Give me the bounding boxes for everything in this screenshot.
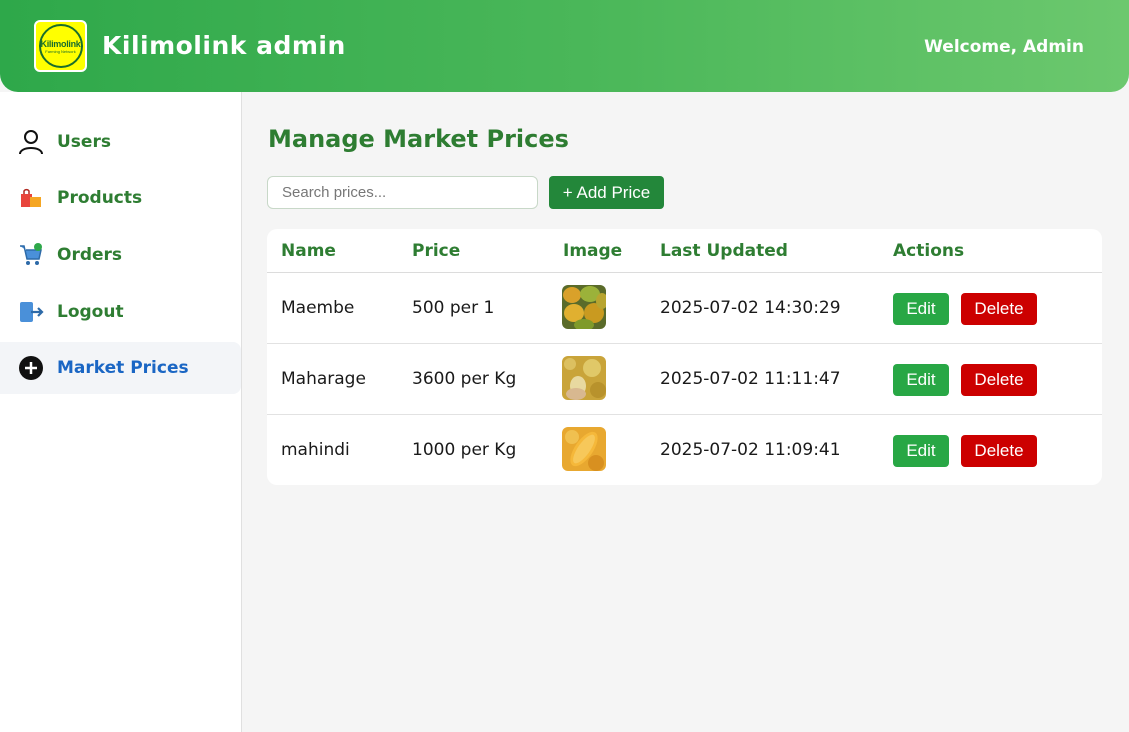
logo-ring: Kilimolink Farming Network bbox=[38, 24, 83, 68]
search-input[interactable] bbox=[267, 176, 538, 209]
logout-icon bbox=[18, 299, 44, 325]
shopping-bags-icon bbox=[18, 185, 44, 211]
table-row: Maharage 3600 per Kg 2025-07-02 11:11:47… bbox=[267, 344, 1102, 415]
edit-button[interactable]: Edit bbox=[893, 435, 949, 467]
table-row: mahindi 1000 per Kg 2025-07-02 11:09:41 … bbox=[267, 415, 1102, 485]
sidebar-item-orders[interactable]: Orders bbox=[0, 229, 241, 281]
sidebar-item-market-prices[interactable]: Market Prices bbox=[0, 342, 241, 394]
sidebar-item-logout[interactable]: Logout bbox=[0, 286, 241, 338]
sidebar-item-label: Users bbox=[57, 132, 111, 152]
product-image-grain bbox=[562, 356, 606, 400]
cell-last-updated: 2025-07-02 11:11:47 bbox=[660, 369, 841, 389]
delete-button[interactable]: Delete bbox=[961, 435, 1037, 467]
edit-button[interactable]: Edit bbox=[893, 293, 949, 325]
column-header-actions: Actions bbox=[893, 241, 965, 261]
sidebar-item-users[interactable]: Users bbox=[0, 116, 241, 168]
cell-last-updated: 2025-07-02 14:30:29 bbox=[660, 298, 841, 318]
sidebar-item-label: Logout bbox=[57, 302, 124, 322]
logo-subtext: Farming Network bbox=[45, 48, 76, 54]
column-header-name: Name bbox=[281, 241, 336, 261]
welcome-text: Welcome, Admin bbox=[924, 37, 1084, 57]
delete-button[interactable]: Delete bbox=[961, 293, 1037, 325]
prices-table: Name Price Image Last Updated Actions Ma… bbox=[267, 229, 1102, 485]
cell-price: 3600 per Kg bbox=[412, 369, 517, 389]
table-row: Maembe 500 per 1 2025-07-02 14:30:29 Edi… bbox=[267, 273, 1102, 344]
sidebar-item-products[interactable]: Products bbox=[0, 172, 241, 224]
cell-price: 1000 per Kg bbox=[412, 440, 517, 460]
app-logo[interactable]: Kilimolink Farming Network bbox=[34, 20, 87, 72]
page-title: Manage Market Prices bbox=[268, 125, 569, 153]
plus-circle-icon bbox=[18, 355, 44, 381]
app-title: Kilimolink admin bbox=[102, 31, 346, 60]
cell-price: 500 per 1 bbox=[412, 298, 495, 318]
delete-button[interactable]: Delete bbox=[961, 364, 1037, 396]
cell-name: mahindi bbox=[281, 440, 350, 460]
product-image-maize bbox=[562, 427, 606, 471]
cell-name: Maharage bbox=[281, 369, 366, 389]
edit-button[interactable]: Edit bbox=[893, 364, 949, 396]
user-icon bbox=[18, 129, 44, 155]
product-image-mangoes bbox=[562, 285, 606, 329]
add-price-button[interactable]: + Add Price bbox=[549, 176, 664, 209]
cell-last-updated: 2025-07-02 11:09:41 bbox=[660, 440, 841, 460]
sidebar: Users Products Orders Logout Market Pric… bbox=[0, 92, 242, 732]
sidebar-item-label: Products bbox=[57, 188, 143, 208]
cart-icon bbox=[18, 242, 44, 268]
top-header: Kilimolink Farming Network Kilimolink ad… bbox=[0, 0, 1129, 92]
cell-name: Maembe bbox=[281, 298, 355, 318]
column-header-last-updated: Last Updated bbox=[660, 241, 788, 261]
sidebar-item-label: Market Prices bbox=[57, 358, 189, 378]
column-header-price: Price bbox=[412, 241, 461, 261]
column-header-image: Image bbox=[563, 241, 623, 261]
logo-text: Kilimolink bbox=[40, 38, 81, 49]
sidebar-item-label: Orders bbox=[57, 245, 123, 265]
